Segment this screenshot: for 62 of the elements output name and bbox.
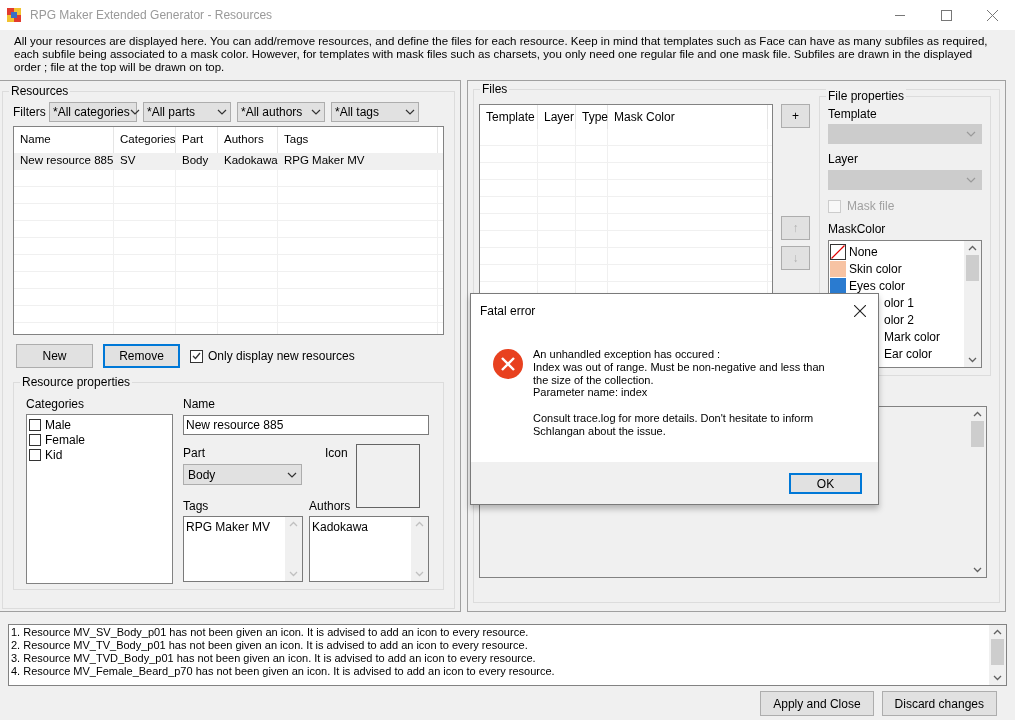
error-message: An unhandled exception has occured : <box>533 348 722 361</box>
tag-text: RPG Maker MV <box>186 519 271 536</box>
log-line: 1. Resource MV_SV_Body_p01 has not been given an icon. It is advised to add an icon to every resource. <box>11 626 530 639</box>
mask-color-item[interactable]: Eyes color <box>830 277 964 294</box>
table-row[interactable]: New resource 885 SV Body Kadokawa RPG Maker MV <box>14 153 443 170</box>
mask-color-item[interactable]: olor 1 <box>884 293 915 312</box>
category-label: Male <box>45 416 71 434</box>
table-cell-text: RPG Maker MV <box>284 153 365 169</box>
dialog-title: Fatal error <box>480 303 536 320</box>
error-details: Schlangan about the issue. <box>533 425 667 438</box>
table-cell-text: Kadokawa <box>224 153 278 169</box>
tags-textbox[interactable]: RPG Maker MV <box>183 516 303 582</box>
authors-textbox[interactable]: Kadokawa <box>309 516 429 582</box>
column-header[interactable]: Type <box>576 105 608 129</box>
tags-label: Tags <box>183 498 210 515</box>
mask-color-item[interactable]: Mark color <box>884 327 940 346</box>
column-header[interactable]: Mask Color <box>608 105 768 129</box>
mask-color-item[interactable]: None <box>830 243 964 260</box>
categories-label: Categories <box>26 396 86 413</box>
table-cell-text: SV <box>120 153 136 169</box>
part-label: Part <box>183 445 206 462</box>
checkbox-label: Only display new resources <box>208 348 355 365</box>
template-label: Template <box>828 106 878 123</box>
filter-dropdown[interactable]: *All parts <box>143 102 231 122</box>
category-label: Female <box>45 431 85 449</box>
error-message: Parameter name: index <box>533 386 649 400</box>
group-title: Resource properties <box>20 374 133 390</box>
footer-button[interactable]: Apply and Close <box>760 691 874 716</box>
resource-button[interactable]: Remove <box>103 344 180 368</box>
error-message: Index was out of range. Must be non-negative and less than <box>533 360 825 374</box>
log-line: 3. Resource MV_TVD_Body_p01 has not been given an icon. It is advised to add an icon to every resource. <box>11 652 537 665</box>
filter-dropdown[interactable]: *All categories <box>49 102 137 122</box>
group-title: File properties <box>826 88 907 104</box>
mask-color-item[interactable]: olor 2 <box>884 310 915 329</box>
column-header[interactable]: Template <box>480 105 538 129</box>
log-line: 2. Resource MV_TV_Body_p01 has not been given an icon. It is advised to add an icon to every resource. <box>11 639 529 652</box>
window-title: RPG Maker Extended Generator - Resources <box>30 7 273 24</box>
log-line: 4. Resource MV_Female_Beard_p70 has not been given an icon. It is advised to add an icon to every resource. <box>11 665 556 678</box>
filter-dropdown[interactable]: *All authors <box>237 102 325 122</box>
layer-label: Layer <box>828 151 860 168</box>
mask-color-item[interactable]: Ear color <box>884 344 933 363</box>
author-text: Kadokawa <box>312 519 370 536</box>
name-field[interactable]: New resource 885 <box>183 415 429 435</box>
ok-button[interactable]: OK <box>789 472 862 494</box>
mask-file-label: Mask file <box>847 198 895 215</box>
table-cell-text: Body <box>182 153 209 169</box>
resource-button[interactable]: New <box>16 344 93 368</box>
file-button[interactable]: + <box>781 104 810 128</box>
error-details: Consult trace.log for more details. Don't hesitate to inform <box>533 412 815 425</box>
mask-color-label: MaskColor <box>828 221 887 238</box>
error-message: the size of the collection. <box>533 373 655 387</box>
description-text: All your resources are displayed here. You can add/remove resources, and define the files for each resource. Keep in mind that templates such as Face can have as many subfiles as required, each subfile being associated to a mask color. However, for templates with mask files such as charsets, you only need one regular file and one mask file. Subfiles are drawn in the displayed order ; file at the top will be drawn on top. <box>13 34 989 75</box>
footer-button[interactable]: Discard changes <box>881 691 997 716</box>
name-label: Name <box>183 396 216 413</box>
category-label: Kid <box>45 446 63 464</box>
table-cell-text: New resource 885 <box>20 153 114 169</box>
mask-color-item[interactable]: Skin color <box>830 260 964 277</box>
filter-dropdown[interactable]: *All tags <box>331 102 419 122</box>
column-header[interactable]: Layer <box>538 105 576 129</box>
authors-label: Authors <box>309 498 352 515</box>
icon-label: Icon <box>325 445 348 458</box>
part-dropdown[interactable]: Body <box>183 464 302 485</box>
